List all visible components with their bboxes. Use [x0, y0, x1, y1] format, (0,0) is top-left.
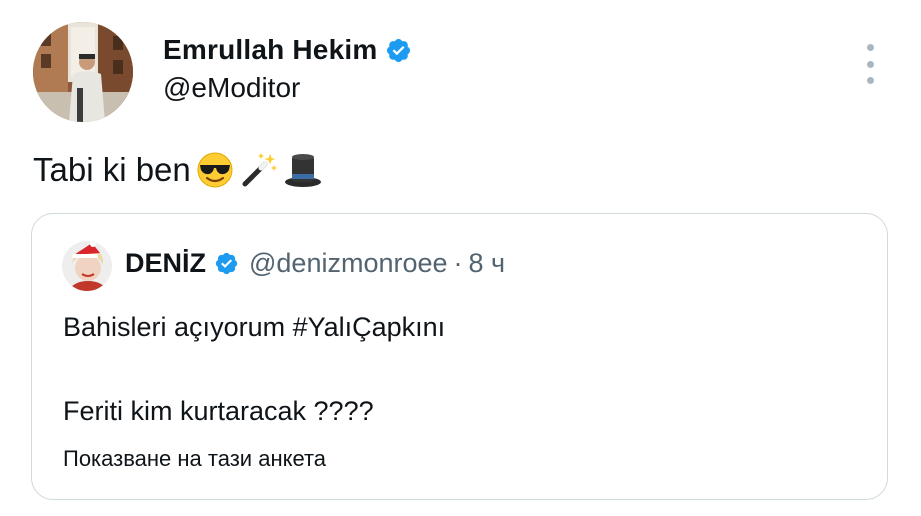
sunglasses-emoji-icon	[195, 150, 235, 190]
quoted-author-avatar[interactable]	[62, 241, 112, 291]
quoted-tweet-time[interactable]: 8 ч	[469, 248, 506, 279]
quoted-tweet-text-line2: Feriti kim kurtaracak ????	[63, 396, 374, 426]
top-hat-emoji-icon	[283, 150, 323, 190]
quoted-tweet-text-line1: Bahisleri açıyorum #YalıÇapkını	[63, 312, 446, 342]
author-name[interactable]: Emrullah Hekim	[163, 34, 377, 66]
author-handle[interactable]: @eModitor	[163, 72, 412, 104]
tweet-text: Tabi ki ben	[33, 150, 323, 190]
tweet-text-content: Tabi ki ben	[33, 151, 191, 188]
magic-wand-emoji-icon	[239, 150, 279, 190]
author-block: Emrullah Hekim @eModitor	[163, 30, 412, 104]
quoted-author-handle[interactable]: @denizmonroee	[249, 248, 448, 279]
author-avatar[interactable]	[33, 22, 133, 122]
verified-badge-icon[interactable]	[214, 251, 239, 276]
quoted-tweet-header: DENİZ @denizmonroee · 8 ч	[125, 248, 505, 279]
separator-dot: ·	[453, 248, 463, 278]
quoted-author-name[interactable]: DENİZ	[125, 248, 206, 279]
more-options-icon[interactable]	[858, 44, 882, 84]
show-poll-link[interactable]: Показване на тази анкета	[63, 446, 326, 472]
menu-dot	[866, 77, 874, 84]
menu-dot	[866, 44, 874, 51]
quoted-tweet-card[interactable]: DENİZ @denizmonroee · 8 ч Bahisleri açıy…	[31, 213, 888, 500]
menu-dot	[866, 60, 874, 68]
verified-badge-icon[interactable]	[385, 37, 412, 64]
